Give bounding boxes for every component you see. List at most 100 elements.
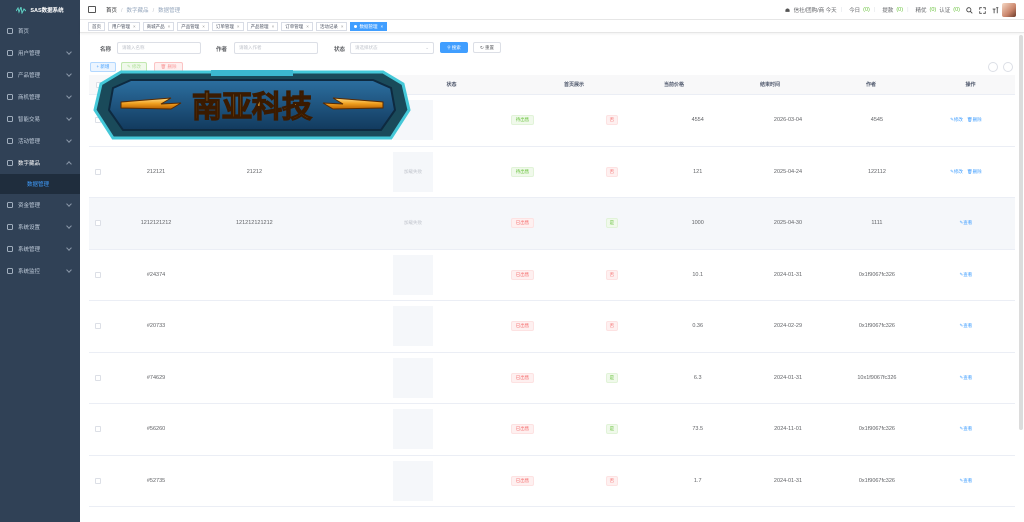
sidebar-item-10[interactable]: 系统管理 [0, 238, 80, 260]
avatar[interactable] [1002, 3, 1016, 17]
cell-name: 21212 [246, 168, 263, 175]
table-row[interactable]: #56260 已出售 是 73.5 2024-11-01 0x1f9067fc326 ✎查看 [89, 404, 1015, 456]
fullscreen-icon[interactable] [979, 6, 986, 14]
cell-show: 否 [567, 95, 656, 146]
row-checkbox[interactable] [94, 323, 101, 330]
font-size-icon[interactable] [992, 6, 999, 14]
tag-1[interactable]: 用户管理 × [108, 21, 140, 31]
tag-5[interactable]: 产品管理 × [246, 21, 279, 31]
action-link[interactable]: ✎查看 [959, 323, 972, 329]
notice-label[interactable]: 信社/团购/商 今天 [794, 6, 837, 14]
close-icon[interactable]: × [237, 24, 240, 29]
breadcrumb-current: 数据管理 [158, 7, 181, 14]
item-image[interactable] [393, 460, 434, 501]
table-row[interactable]: 212121 21212 加载失败 待出售 否 121 2025-04-24 122112 ✎修… [89, 147, 1015, 198]
action-link[interactable]: ✎查看 [959, 272, 972, 278]
action-link[interactable]: ✎查看 [959, 220, 972, 226]
item-image[interactable] [393, 409, 434, 450]
sidebar-item-label: 资金管理 [18, 203, 41, 209]
close-icon[interactable]: × [380, 24, 383, 29]
sidebar-item-7[interactable]: 数据管理 [0, 174, 80, 194]
sidebar-item-2[interactable]: 产品管理 [0, 64, 80, 86]
tag-4[interactable]: 订单管理 × [211, 21, 244, 31]
stat1-label[interactable]: 提款 [882, 6, 893, 14]
table-row[interactable]: #24374 已出售 否 10.1 2024-01-31 0x1f9067fc326 ✎查看 [89, 250, 1015, 301]
row-checkbox[interactable] [94, 168, 101, 175]
sidebar-menu: 首页 用户管理 产品管理 商机管理 智能交易 活动管理 数字藏品 数据管理 资金管理 系统设置 系统… [0, 20, 80, 282]
row-checkbox[interactable] [94, 477, 101, 484]
item-image[interactable] [393, 306, 434, 347]
status-placeholder: 请选择状态 [355, 45, 378, 50]
action-link[interactable]: ✎查看 [959, 478, 972, 484]
row-checkbox[interactable] [94, 374, 101, 381]
cell-price: 73.5 [692, 426, 704, 433]
breadcrumb-home[interactable]: 首页 [106, 8, 117, 14]
bell-icon[interactable] [784, 7, 791, 14]
sidebar-item-3[interactable]: 商机管理 [0, 86, 80, 108]
table-row[interactable]: #74629 已出售 是 6.3 2024-01-31 10x1f9067fc326 ✎查看 [89, 353, 1015, 404]
cell-end-date: 2025-04-24 [773, 168, 803, 175]
close-icon[interactable]: × [272, 24, 275, 29]
cell-blank [304, 456, 349, 507]
scrollbar[interactable] [1019, 35, 1023, 430]
name-input[interactable]: 请输入名称 [117, 42, 201, 54]
refresh-table-icon[interactable] [1003, 62, 1013, 72]
close-icon[interactable]: × [202, 24, 205, 29]
tag-6[interactable]: 订单管理 × [281, 21, 313, 31]
today-label[interactable]: 今日 [849, 6, 860, 14]
chevron-icon [66, 223, 72, 229]
table-row[interactable]: #20733 已出售 否 0.36 2024-02-29 0x1f9067fc326 ✎查看 [89, 301, 1015, 353]
author-input[interactable]: 请输入作者 [234, 42, 318, 54]
row-checkbox[interactable] [94, 271, 101, 278]
action-link[interactable]: ✎查看 [959, 426, 972, 432]
sidebar-item-8[interactable]: 资金管理 [0, 194, 80, 216]
action-link[interactable]: ✎修改 [950, 117, 963, 123]
toggle-search-icon[interactable] [988, 62, 998, 72]
sidebar-item-1[interactable]: 用户管理 [0, 42, 80, 64]
sidebar-item-11[interactable]: 系统监控 [0, 260, 80, 282]
tag-3[interactable]: 产品管理 × [177, 21, 209, 31]
sidebar-item-5[interactable]: 活动管理 [0, 130, 80, 152]
tag-0[interactable]: 首页 [88, 21, 105, 31]
cell-actions: ✎修改 🗑删除 [917, 95, 1015, 146]
column-header-7: 结束时间 [759, 82, 780, 88]
action-link[interactable]: 🗑删除 [967, 169, 982, 175]
stat2-label[interactable]: 精优 [916, 6, 927, 14]
action-link[interactable]: ✎查看 [959, 375, 972, 381]
sidebar-item-6[interactable]: 数字藏品 [0, 152, 80, 174]
item-image[interactable]: 加载失败 [393, 203, 434, 244]
tag-8[interactable]: 数据管理 × [350, 21, 388, 31]
action-link[interactable]: ✎修改 [950, 169, 963, 175]
row-checkbox[interactable] [94, 220, 101, 227]
sidebar-item-4[interactable]: 智能交易 [0, 108, 80, 130]
close-icon[interactable]: × [133, 24, 136, 29]
app-logo[interactable]: SAS数据系统 [0, 0, 80, 20]
search-icon[interactable] [966, 6, 973, 14]
tag-2[interactable]: 商城产品 × [142, 21, 175, 31]
item-image[interactable]: 加载失败 [393, 151, 434, 192]
chevron-down-icon: ⌄ [425, 45, 429, 50]
close-icon[interactable]: × [341, 24, 344, 29]
sidebar-item-0[interactable]: 首页 [0, 20, 80, 42]
breadcrumb-section[interactable]: 数字藏品 [127, 8, 149, 14]
item-image[interactable] [393, 254, 434, 295]
cell-image [348, 353, 478, 404]
reset-button[interactable]: ↻ 重置 [473, 42, 501, 53]
row-checkbox[interactable] [94, 426, 101, 433]
search-button[interactable]: ⚲ 搜索 [440, 42, 468, 53]
tag-7[interactable]: 活动记录 × [315, 21, 348, 31]
stat3-label[interactable]: 认证 [939, 6, 950, 14]
sidebar-item-9[interactable]: 系统设置 [0, 216, 80, 238]
close-icon[interactable]: × [306, 24, 309, 29]
item-image[interactable] [393, 357, 434, 398]
table-row[interactable]: 1212121212 121212121212 加载失败 已出售是 1000 2025-0… [89, 198, 1015, 250]
tag-label: 商城产品 [146, 23, 165, 29]
status-select[interactable]: 请选择状态 ⌄ [350, 42, 434, 54]
close-icon[interactable]: × [168, 24, 171, 29]
status-badge: 待出售 [510, 115, 535, 126]
table-row[interactable]: #52735 已出售 否 1.7 2024-01-31 0x1f9067fc326 ✎查看 [89, 456, 1015, 507]
cell-status: 已出售 [478, 456, 567, 507]
action-link[interactable]: 🗑删除 [967, 117, 982, 123]
hamburger-icon[interactable] [88, 6, 96, 13]
show-badge: 否 [605, 269, 619, 280]
